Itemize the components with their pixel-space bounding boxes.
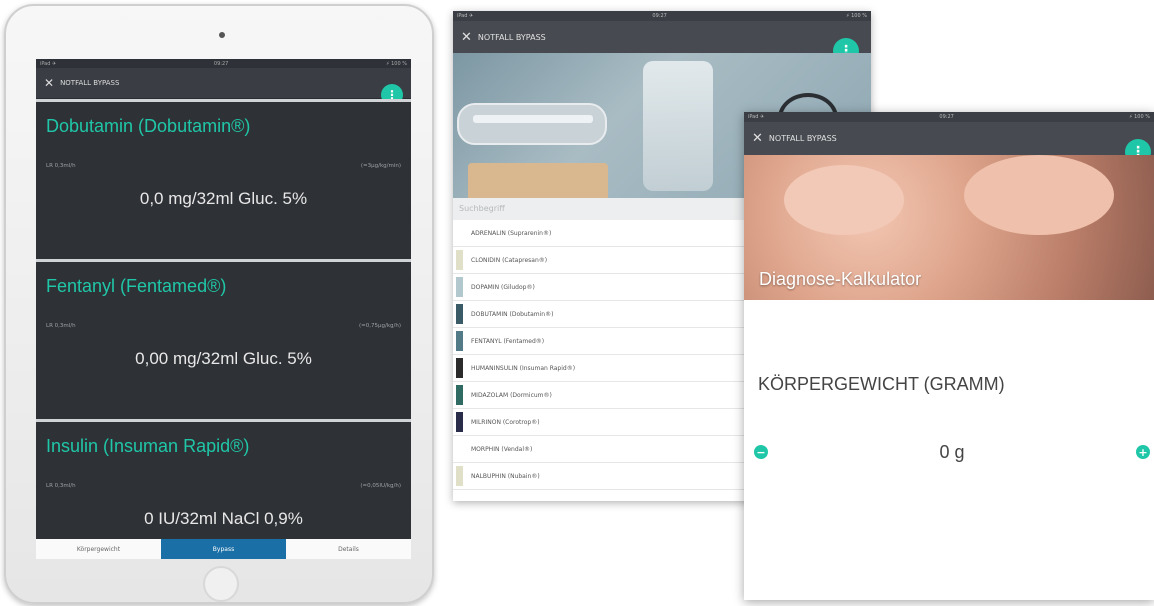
status-battery: ⚡ 100 % [846,13,867,19]
tab-bypass[interactable]: Bypass [161,539,286,559]
status-carrier: iPad ✈ [748,114,765,120]
medication-label: HUMANINSULIN (Insuman Rapid®) [471,364,576,372]
drug-concentration: 0,00 mg/32ml Gluc. 5% [135,349,312,368]
drug-card[interactable]: Fentanyl (Fentamed®) LR 0,3ml/h (=0,75µg… [36,259,411,419]
drug-name: Dobutamin (Dobutamin®) [46,116,251,136]
status-time: 09:27 [213,60,229,67]
color-swatch [456,439,463,459]
close-icon[interactable]: ✕ [44,76,54,90]
color-swatch [456,223,463,243]
app-bar: ✕ NOTFALL BYPASS [453,21,871,53]
color-swatch [456,385,463,405]
clipboard-shape [468,163,608,198]
drug-meta: LR 0,3ml/h (=0,05IU/kg/h) [46,483,401,489]
medication-label: MIDAZOLAM (Dormicum®) [471,391,552,399]
rate-label: LR 0,3ml/h [46,163,76,169]
drug-meta: LR 0,3ml/h (=3µg/kg/min) [46,163,401,169]
dose-label: (=0,05IU/kg/h) [360,483,401,489]
status-bar: iPad ✈ 09:27 ⚡ 100 % [453,11,871,21]
app-bar: ✕ NOTFALL BYPASS [36,68,411,98]
color-swatch [456,358,463,378]
status-time: 09:27 [939,114,954,120]
drug-card[interactable]: Dobutamin (Dobutamin®) LR 0,3ml/h (=3µg/… [36,99,411,259]
hero-title: Diagnose-Kalkulator [759,269,922,289]
ipad-device: iPad ✈ 09:27 ⚡ 100 % ✕ NOTFALL BYPASS ⋮ … [4,4,434,604]
home-button[interactable] [203,566,239,602]
drug-card[interactable]: Insulin (Insuman Rapid®) LR 0,3ml/h (=0,… [36,419,411,559]
calculator-screen: iPad ✈ 09:27 ⚡ 100 % ✕ NOTFALL BYPASS ⋮ … [744,112,1154,600]
dose-label: (=0,75µg/kg/h) [358,323,401,329]
app-bar-title: NOTFALL BYPASS [60,79,120,87]
weight-label: KÖRPERGEWICHT (GRAMM) [758,374,1005,394]
app-bar: ✕ NOTFALL BYPASS [744,122,1154,155]
color-swatch [456,277,463,297]
drug-concentration: 0 IU/32ml NaCl 0,9% [144,509,303,528]
rate-label: LR 0,3ml/h [46,483,76,489]
color-swatch [456,250,463,270]
color-swatch [456,331,463,351]
status-carrier: iPad ✈ [40,60,57,67]
medication-label: ADRENALIN (Suprarenin®) [471,229,552,237]
status-battery: ⚡ 100 % [386,60,407,67]
medication-label: CLONIDIN (Catapresan®) [471,256,548,264]
minus-circle-icon[interactable]: − [754,445,768,459]
foot-shape [784,165,904,235]
foot-shape [964,155,1114,235]
rate-label: LR 0,3ml/h [46,323,76,329]
drug-concentration: 0,0 mg/32ml Gluc. 5% [139,189,308,208]
close-icon[interactable]: ✕ [461,30,472,45]
medication-label: MILRINON (Corotrop®) [471,418,540,426]
medication-label: NALBUPHIN (Nubain®) [471,472,540,480]
medication-label: DOPAMIN (Giludop®) [471,283,535,291]
drug-name: Fentanyl (Fentamed®) [46,276,227,296]
drug-name: Insulin (Insuman Rapid®) [46,436,250,456]
color-swatch [456,466,463,486]
tab-bar: Körpergewicht Bypass Details [36,539,411,559]
status-carrier: iPad ✈ [457,13,474,19]
iv-bag-shape [643,61,713,191]
status-time: 09:27 [652,13,667,19]
weight-value[interactable]: 0 g [939,442,964,463]
status-bar: iPad ✈ 09:27 ⚡ 100 % [744,112,1154,122]
status-battery: ⚡ 100 % [1129,114,1150,120]
weight-stepper: − 0 g + [754,440,1150,464]
medication-label: MORPHIN (Vendal®) [471,445,533,453]
bypass-screen: iPad ✈ 09:27 ⚡ 100 % ✕ NOTFALL BYPASS ⋮ … [36,59,411,559]
camera-dot [219,32,225,38]
app-bar-title: NOTFALL BYPASS [477,32,546,42]
drug-meta: LR 0,3ml/h (=0,75µg/kg/h) [46,323,401,329]
tab-koerpergewicht[interactable]: Körpergewicht [36,539,161,559]
medication-label: FENTANYL (Fentamed®) [471,337,545,345]
medication-label: DOBUTAMIN (Dobutamin®) [471,310,554,318]
tray-shape [457,103,607,145]
hero-image-baby-feet: Diagnose-Kalkulator [744,155,1154,300]
status-bar: iPad ✈ 09:27 ⚡ 100 % [36,59,411,68]
drug-list: Dobutamin (Dobutamin®) LR 0,3ml/h (=3µg/… [36,99,411,559]
dose-label: (=3µg/kg/min) [360,163,401,169]
plus-circle-icon[interactable]: + [1136,445,1150,459]
color-swatch [456,304,463,324]
color-swatch [456,412,463,432]
app-bar-title: NOTFALL BYPASS [768,134,837,143]
close-icon[interactable]: ✕ [752,131,763,146]
tab-details[interactable]: Details [286,539,411,559]
syringe-shape [473,115,593,123]
